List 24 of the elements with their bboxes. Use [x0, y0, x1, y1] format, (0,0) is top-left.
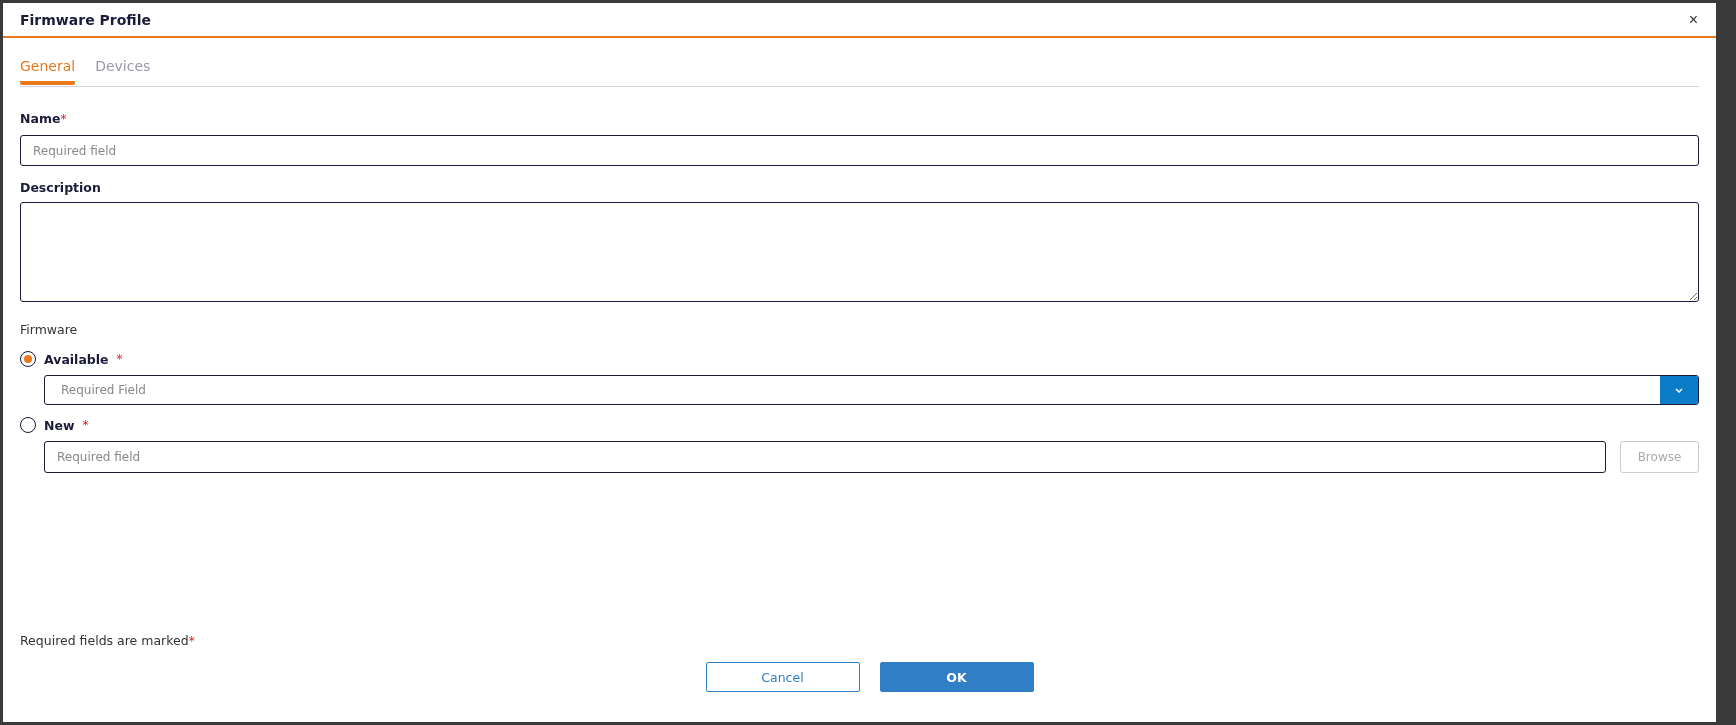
- cancel-button[interactable]: Cancel: [705, 662, 860, 692]
- option-label: New: [44, 417, 75, 433]
- tab[interactable]: General: [20, 52, 76, 85]
- file-input-field[interactable]: Required field: [44, 441, 1606, 473]
- section-label: Firmware: [20, 322, 78, 337]
- dialog-title: Firmware Profile: [20, 11, 151, 28]
- footer-note: Required fields are marked: [20, 633, 189, 648]
- description-text-area[interactable]: [20, 202, 1699, 302]
- tab[interactable]: Devices: [95, 52, 151, 85]
- required-mark: *: [82, 418, 89, 432]
- radio-button[interactable]: [20, 351, 36, 367]
- name-input-field[interactable]: Required field: [20, 135, 1699, 166]
- option-label: Available: [44, 351, 109, 367]
- required-mark: *: [188, 634, 195, 648]
- radio-button[interactable]: [20, 417, 36, 433]
- field-label: Name: [20, 111, 61, 126]
- required-mark: *: [116, 352, 123, 366]
- browse-button[interactable]: Browse: [1620, 441, 1699, 473]
- firmware-dropdown[interactable]: Required Field: [44, 375, 1699, 405]
- field-label: Description: [20, 180, 101, 195]
- required-mark: *: [60, 112, 67, 126]
- ok-button[interactable]: OK: [879, 662, 1034, 692]
- chevron-down-icon: [1675, 387, 1683, 393]
- close-button[interactable]: ×: [1684, 10, 1702, 29]
